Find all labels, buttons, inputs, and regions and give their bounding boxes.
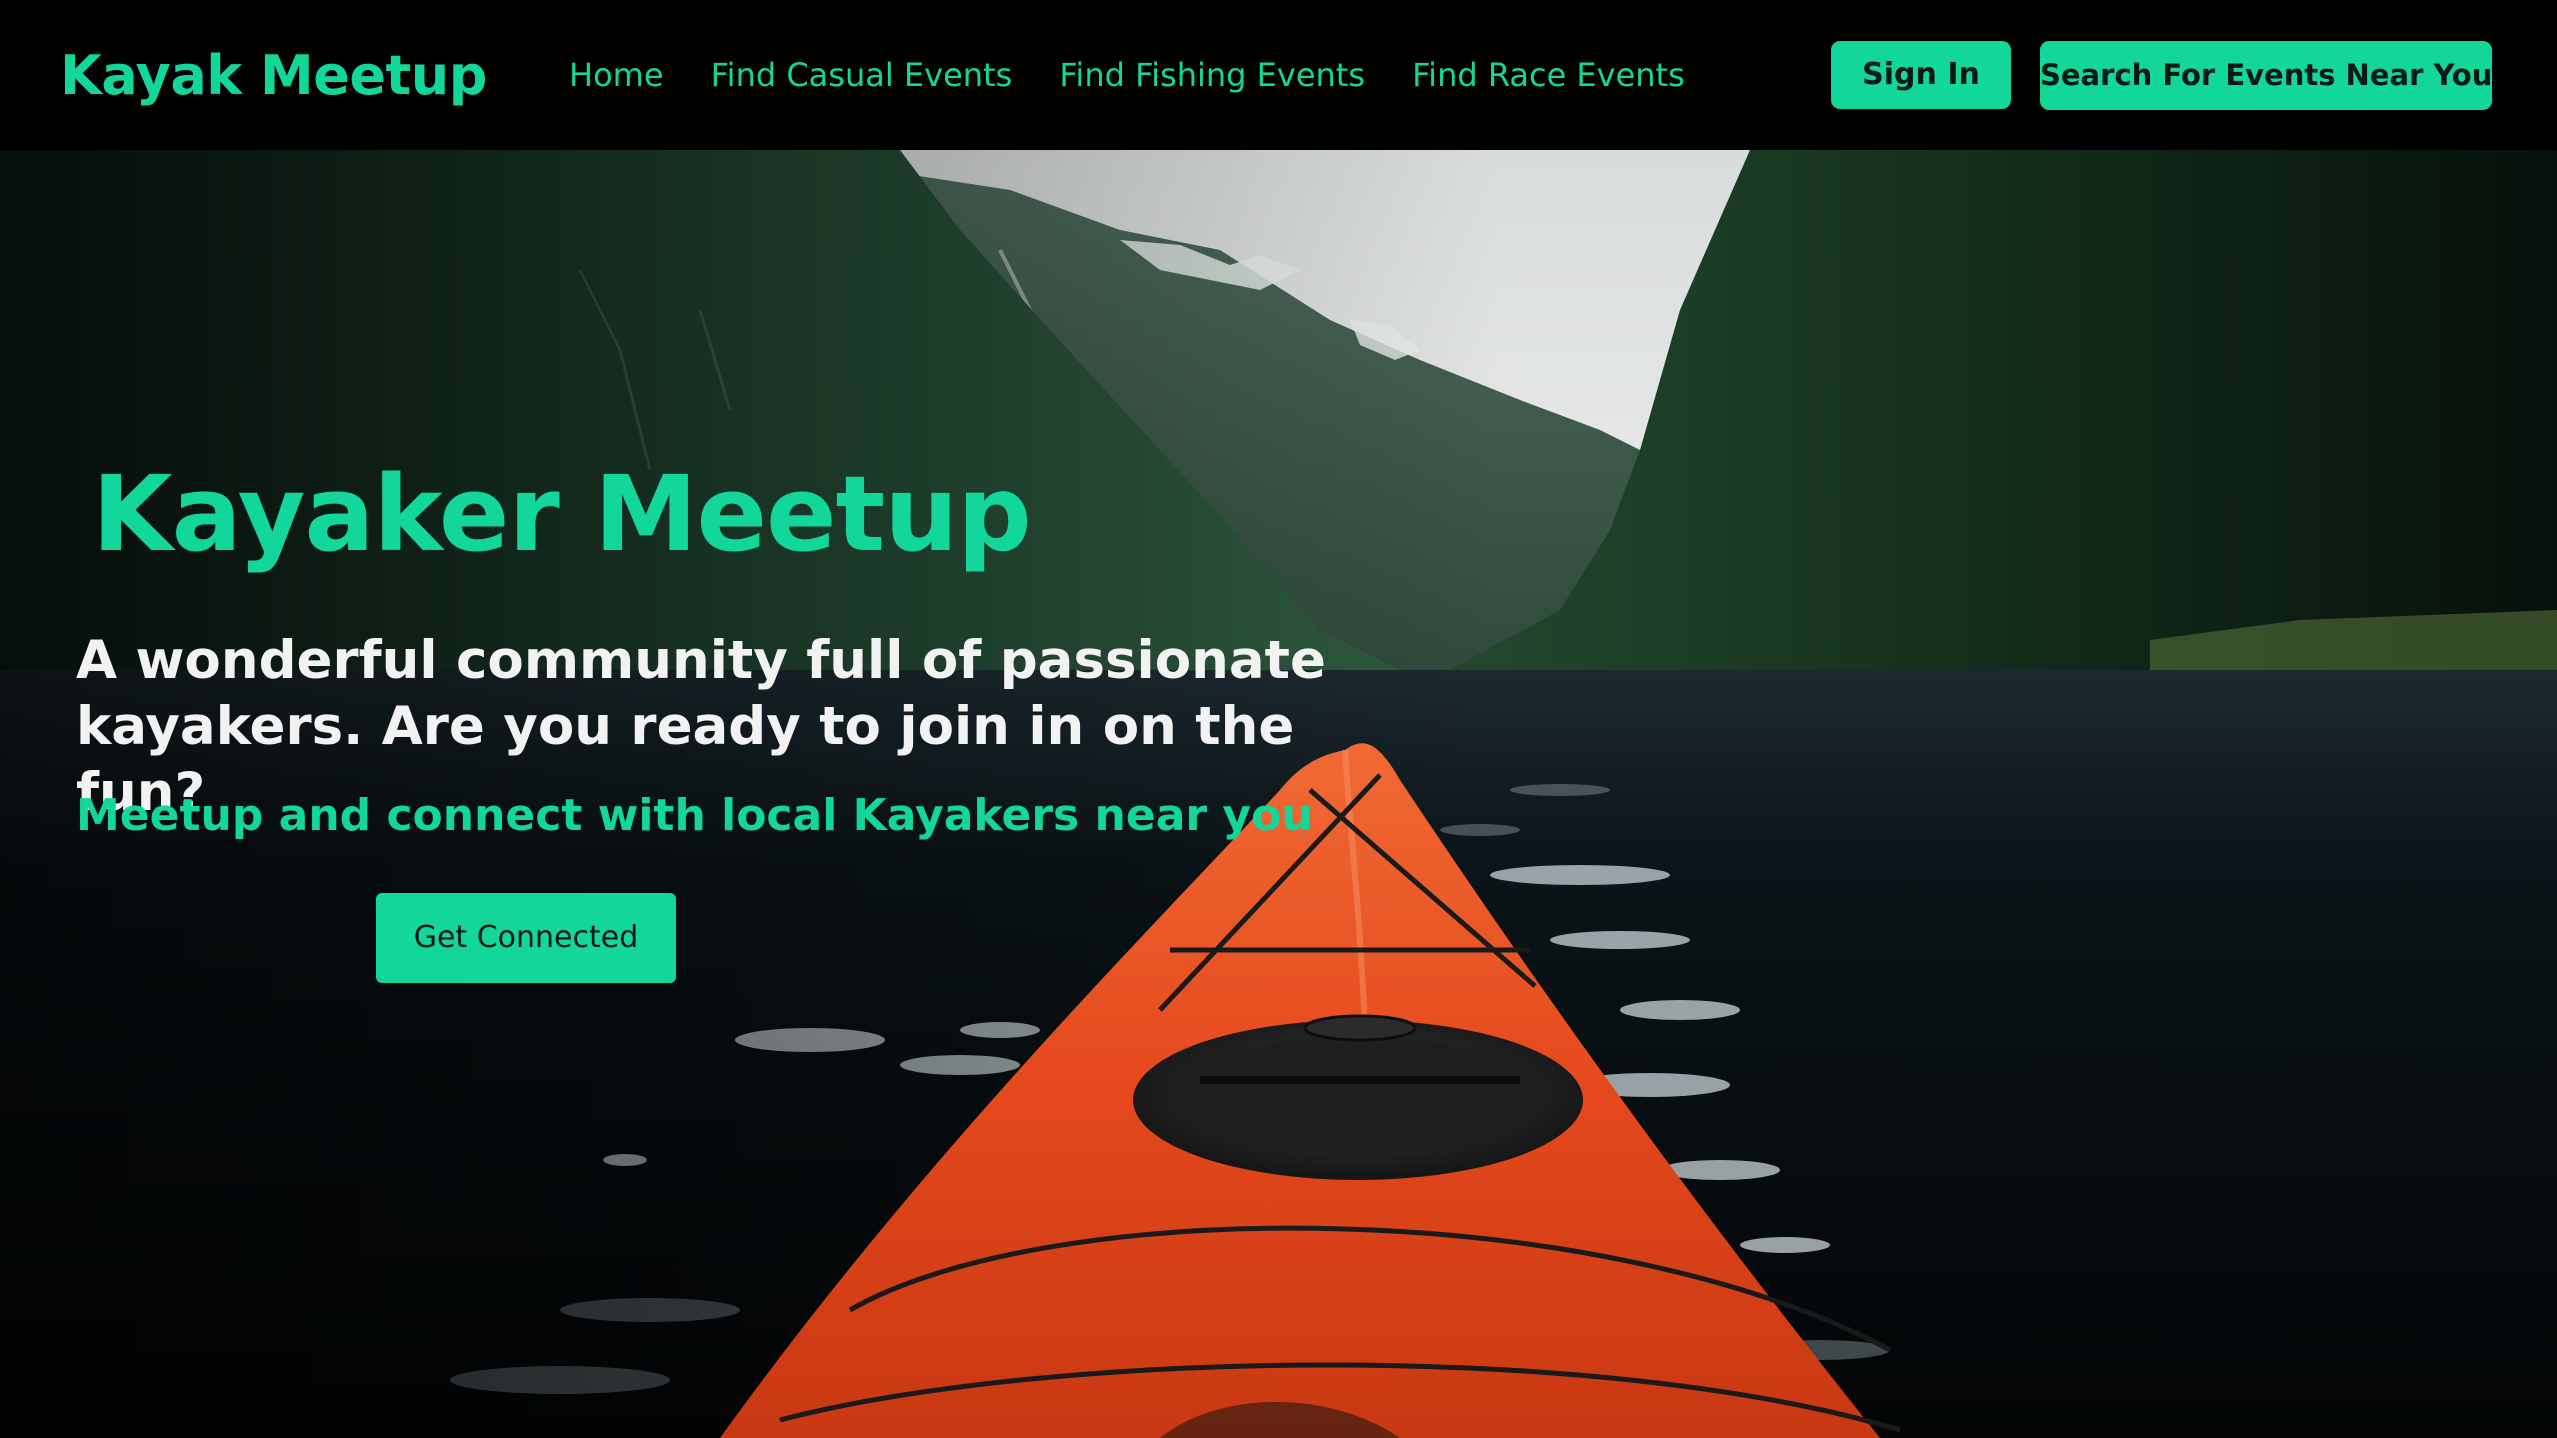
nav-link-casual-events[interactable]: Find Casual Events xyxy=(711,56,1013,94)
hero-section: Kayaker Meetup A wonderful community ful… xyxy=(0,150,2557,1438)
search-events-button[interactable]: Search For Events Near You xyxy=(2040,41,2492,110)
top-navbar: Kayak Meetup Home Find Casual Events Fin… xyxy=(0,0,2557,150)
get-connected-button[interactable]: Get Connected xyxy=(376,893,676,983)
brand-logo[interactable]: Kayak Meetup xyxy=(60,44,487,107)
sign-in-button[interactable]: Sign In xyxy=(1831,41,2011,109)
nav-links: Home Find Casual Events Find Fishing Eve… xyxy=(569,56,1727,94)
hero-subtitle: Meetup and connect with local Kayakers n… xyxy=(76,790,1313,841)
nav-link-fishing-events[interactable]: Find Fishing Events xyxy=(1059,56,1365,94)
hero-title: Kayaker Meetup xyxy=(92,453,1032,575)
nav-link-home[interactable]: Home xyxy=(569,56,664,94)
nav-link-race-events[interactable]: Find Race Events xyxy=(1412,56,1685,94)
